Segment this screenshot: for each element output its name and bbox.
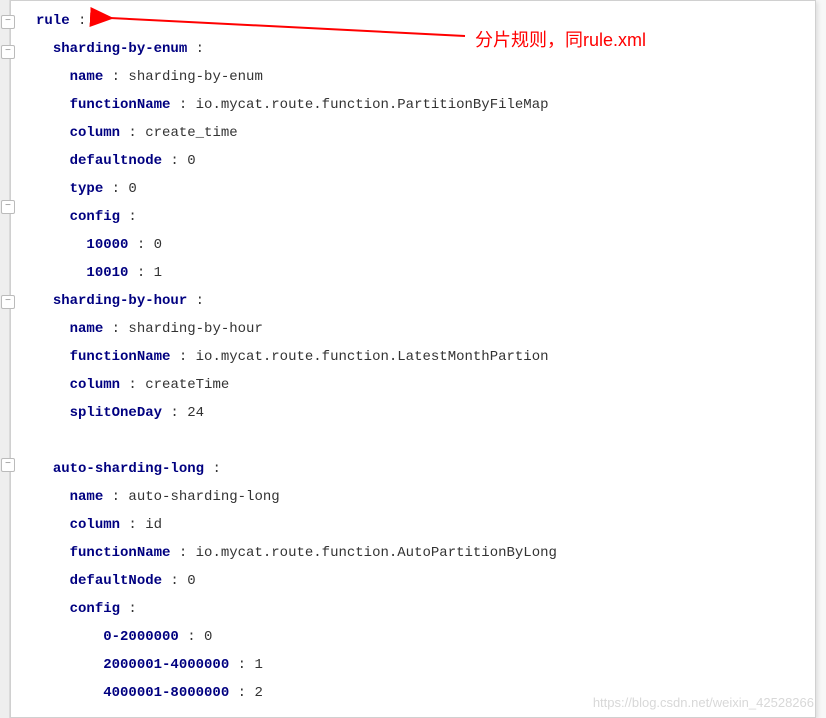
code-line: functionName : io.mycat.route.function.A… — [36, 539, 790, 567]
yaml-key: 4000001-8000000 — [103, 685, 229, 701]
fold-marker[interactable]: − — [1, 458, 15, 472]
yaml-key: functionName — [70, 97, 171, 113]
yaml-key: column — [70, 377, 120, 393]
yaml-value: 1 — [246, 657, 263, 673]
yaml-key: 10010 — [86, 265, 128, 281]
annotation-text: 分片规则，同rule.xml — [475, 26, 646, 52]
yaml-key: 2000001-4000000 — [103, 657, 229, 673]
yaml-key: column — [70, 517, 120, 533]
code-line: column : createTime — [36, 371, 790, 399]
yaml-value: 0 — [179, 153, 196, 169]
fold-marker[interactable]: − — [1, 200, 15, 214]
yaml-key: config — [70, 601, 120, 617]
code-line: functionName : io.mycat.route.function.L… — [36, 343, 790, 371]
yaml-key: rule — [36, 13, 70, 29]
code-line: rule : — [36, 7, 790, 35]
code-block: rule : sharding-by-enum : name : shardin… — [10, 0, 816, 718]
yaml-key: functionName — [70, 349, 171, 365]
yaml-key: splitOneDay — [70, 405, 162, 421]
yaml-value: 0 — [145, 237, 162, 253]
yaml-value: 2 — [246, 685, 263, 701]
yaml-key: name — [70, 321, 104, 337]
yaml-key: name — [70, 489, 104, 505]
yaml-value: id — [137, 517, 162, 533]
code-line: 10000 : 0 — [36, 231, 790, 259]
yaml-key: type — [70, 181, 104, 197]
yaml-key: column — [70, 125, 120, 141]
yaml-key: config — [70, 209, 120, 225]
yaml-key: defaultNode — [70, 573, 162, 589]
code-line: functionName : io.mycat.route.function.P… — [36, 91, 790, 119]
yaml-value: 0 — [196, 629, 213, 645]
yaml-value: io.mycat.route.function.PartitionByFileM… — [187, 97, 548, 113]
yaml-value: io.mycat.route.function.AutoPartitionByL… — [187, 545, 557, 561]
fold-marker[interactable]: − — [1, 15, 15, 29]
yaml-key: functionName — [70, 545, 171, 561]
code-line: config : — [36, 595, 790, 623]
code-line: 2000001-4000000 : 1 — [36, 651, 790, 679]
code-line — [36, 427, 790, 455]
code-line: 10010 : 1 — [36, 259, 790, 287]
code-line: sharding-by-enum : — [36, 35, 790, 63]
code-line: splitOneDay : 24 — [36, 399, 790, 427]
code-line: defaultnode : 0 — [36, 147, 790, 175]
yaml-value: createTime — [137, 377, 229, 393]
yaml-value: io.mycat.route.function.LatestMonthParti… — [187, 349, 548, 365]
yaml-value: 24 — [179, 405, 204, 421]
yaml-key: name — [70, 69, 104, 85]
yaml-key: defaultnode — [70, 153, 162, 169]
yaml-value: create_time — [137, 125, 238, 141]
yaml-value: sharding-by-hour — [120, 321, 263, 337]
code-line: name : sharding-by-enum — [36, 63, 790, 91]
code-line: sharding-by-hour : — [36, 287, 790, 315]
yaml-key: sharding-by-hour — [53, 293, 187, 309]
yaml-value: sharding-by-enum — [120, 69, 263, 85]
code-line: column : create_time — [36, 119, 790, 147]
watermark: https://blog.csdn.net/weixin_42528266 — [593, 695, 814, 710]
code-line: config : — [36, 203, 790, 231]
yaml-key: sharding-by-enum — [53, 41, 187, 57]
yaml-value: auto-sharding-long — [120, 489, 280, 505]
yaml-value: 0 — [120, 181, 137, 197]
code-line: auto-sharding-long : — [36, 455, 790, 483]
gutter — [0, 0, 10, 718]
yaml-key: 10000 — [86, 237, 128, 253]
yaml-value: 1 — [145, 265, 162, 281]
code-line: 0-2000000 : 0 — [36, 623, 790, 651]
code-line: defaultNode : 0 — [36, 567, 790, 595]
code-line: column : id — [36, 511, 790, 539]
fold-marker[interactable]: − — [1, 295, 15, 309]
fold-marker[interactable]: − — [1, 45, 15, 59]
yaml-value: 0 — [179, 573, 196, 589]
yaml-key: 0-2000000 — [103, 629, 179, 645]
yaml-key: auto-sharding-long — [53, 461, 204, 477]
code-line: type : 0 — [36, 175, 790, 203]
code-line: name : sharding-by-hour — [36, 315, 790, 343]
code-line: name : auto-sharding-long — [36, 483, 790, 511]
